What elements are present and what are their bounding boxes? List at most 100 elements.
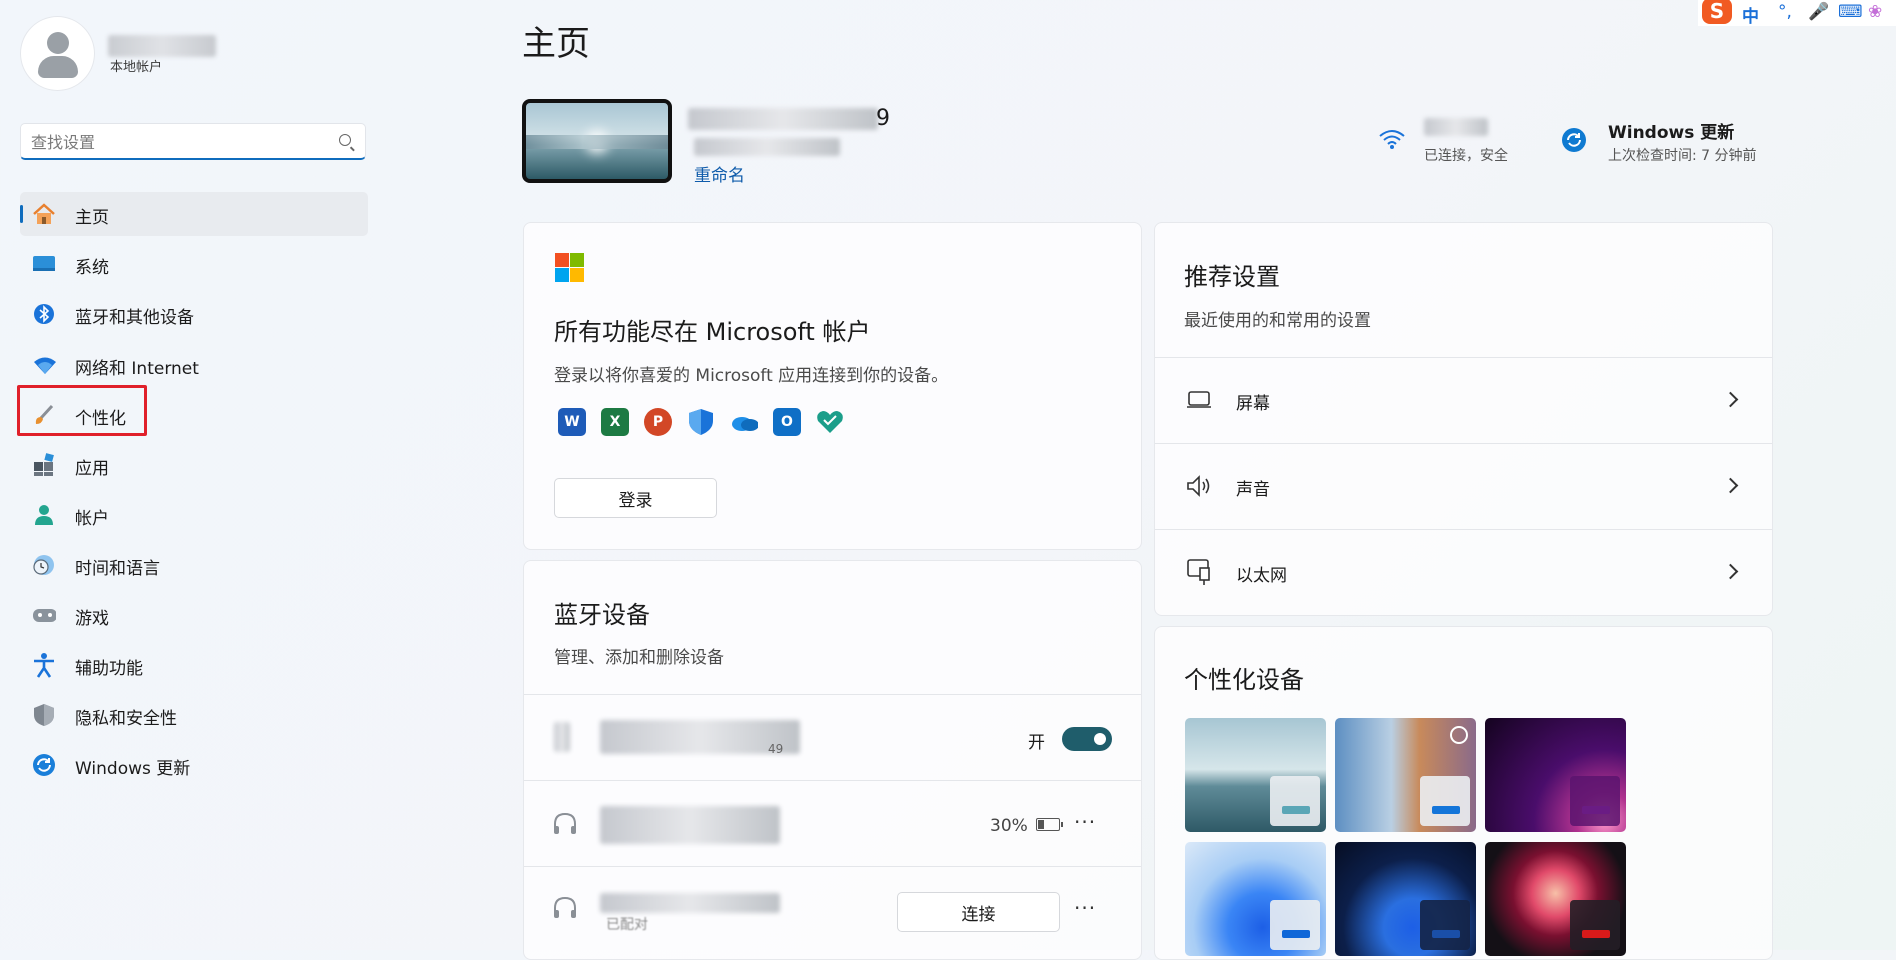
sidebar-item-label: Windows 更新	[75, 759, 191, 779]
search-icon[interactable]	[339, 134, 351, 146]
chevron-right-icon	[1722, 391, 1739, 408]
wifi-icon	[32, 354, 56, 376]
excel-icon: X	[601, 408, 629, 436]
sidebar-item-label: 游戏	[75, 609, 109, 629]
sidebar-item-accessibility[interactable]: 辅助功能	[20, 643, 368, 687]
avatar[interactable]	[20, 16, 95, 91]
word-icon: W	[558, 408, 586, 436]
theme-spotlight-tile[interactable]	[1335, 718, 1476, 832]
theme-bloom-dark-tile[interactable]	[1335, 842, 1476, 956]
sidebar-item-label: 系统	[75, 258, 109, 278]
sidebar-item-privacy[interactable]: 隐私和安全性	[20, 693, 368, 737]
bt-device-id-suffix: 49	[768, 742, 784, 756]
apps-icon	[32, 453, 56, 476]
home-icon	[32, 203, 56, 225]
microphone-icon[interactable]: 🎤	[1808, 2, 1829, 22]
family-icon	[816, 408, 844, 436]
defender-icon	[687, 408, 715, 436]
ime-lang-button[interactable]: 中	[1742, 2, 1759, 27]
ms-apps-row: W X P O	[558, 408, 844, 436]
device-name-suffix: 9	[876, 106, 890, 131]
bt-device-name-redacted	[600, 893, 780, 913]
theme-bloom-light-tile[interactable]	[1185, 842, 1326, 956]
sidebar-item-label: 帐户	[75, 509, 109, 529]
rename-link[interactable]: 重命名	[694, 161, 745, 186]
bt-toggle-label: 开	[1028, 733, 1045, 753]
sidebar-item-accounts[interactable]: 帐户	[20, 493, 368, 537]
divider	[524, 694, 1141, 695]
ms-card-subtitle: 登录以将你喜爱的 Microsoft 应用连接到你的设备。	[554, 366, 949, 386]
theme-accent-swatch	[1282, 806, 1310, 814]
recommended-item-label: 以太网	[1236, 566, 1287, 586]
recommended-item-sound[interactable]: 声音	[1155, 444, 1772, 529]
ime-punct-button[interactable]: °,	[1778, 2, 1792, 22]
recommended-item-ethernet[interactable]: 以太网	[1155, 530, 1772, 615]
device-name-redacted	[688, 108, 878, 130]
sign-in-button[interactable]: 登录	[554, 478, 717, 518]
bluetooth-toggle[interactable]	[1062, 727, 1112, 751]
user-name-redacted	[108, 35, 216, 57]
sidebar-item-home[interactable]: 主页	[20, 192, 368, 236]
accessibility-icon	[32, 653, 56, 678]
more-options-button[interactable]: ···	[1074, 810, 1096, 834]
clock-globe-icon	[32, 554, 56, 576]
device-wallpaper-thumbnail[interactable]	[522, 99, 672, 183]
more-options-button[interactable]: ···	[1074, 896, 1096, 920]
sidebar-item-time-language[interactable]: 时间和语言	[20, 543, 368, 587]
sidebar-item-label: 时间和语言	[75, 559, 160, 579]
recommended-item-display[interactable]: 屏幕	[1155, 358, 1772, 443]
wifi-status-text: 已连接，安全	[1424, 148, 1508, 164]
sidebar-item-gaming[interactable]: 游戏	[20, 593, 368, 637]
sidebar-item-network[interactable]: 网络和 Internet	[20, 343, 368, 387]
sidebar-item-label: 隐私和安全性	[75, 709, 177, 729]
bt-card-subtitle: 管理、添加和删除设备	[554, 648, 724, 668]
windows-update-status-icon	[1562, 128, 1586, 152]
theme-accent-swatch	[1282, 930, 1310, 938]
sogou-logo-icon: S	[1702, 0, 1732, 24]
battery-icon	[1036, 818, 1063, 831]
sidebar-item-apps[interactable]: 应用	[20, 443, 368, 487]
search-input[interactable]	[29, 124, 333, 160]
sidebar-item-label: 网络和 Internet	[75, 359, 199, 379]
theme-lake-tile[interactable]	[1185, 718, 1326, 832]
sidebar-item-windows-update[interactable]: Windows 更新	[20, 743, 368, 787]
recommended-subtitle: 最近使用的和常用的设置	[1184, 311, 1371, 331]
outlook-icon: O	[773, 408, 801, 436]
sidebar-item-label: 蓝牙和其他设备	[75, 308, 194, 328]
active-indicator	[20, 205, 23, 223]
device-model-redacted	[694, 138, 840, 156]
chevron-right-icon	[1722, 477, 1739, 494]
sidebar-item-system[interactable]: 系统	[20, 242, 368, 286]
theme-glow-tile[interactable]	[1485, 718, 1626, 832]
sidebar-item-label: 辅助功能	[75, 659, 143, 679]
wifi-status-icon	[1378, 128, 1406, 154]
account-type: 本地帐户	[110, 60, 163, 75]
ms-card-title: 所有功能尽在 Microsoft 帐户	[554, 318, 871, 346]
windows-update-icon	[32, 754, 56, 776]
headphones-icon	[552, 896, 578, 924]
annotation-highlight-box	[17, 385, 147, 436]
theme-flow-tile[interactable]	[1485, 842, 1626, 956]
search-box[interactable]	[20, 123, 366, 160]
gamepad-icon	[32, 604, 56, 626]
display-icon	[1186, 390, 1212, 414]
bt-device-name-redacted	[600, 806, 780, 844]
sidebar-item-bluetooth[interactable]: 蓝牙和其他设备	[20, 292, 368, 336]
chevron-right-icon	[1722, 563, 1739, 580]
divider	[524, 866, 1141, 867]
powerpoint-icon: P	[644, 408, 672, 436]
skin-icon[interactable]: ❀	[1868, 2, 1882, 22]
theme-accent-swatch	[1582, 806, 1610, 814]
recommended-item-label: 屏幕	[1236, 394, 1270, 414]
speaker-icon	[1185, 474, 1213, 502]
bt-card-title: 蓝牙设备	[554, 601, 650, 629]
shield-icon	[32, 704, 56, 726]
ime-toolbar: S 中 °, 🎤 ⌨ ❀	[1698, 0, 1896, 27]
connect-button[interactable]: 连接	[897, 892, 1060, 932]
divider	[524, 780, 1141, 781]
windows-update-title[interactable]: Windows 更新	[1608, 118, 1734, 143]
keyboard-icon[interactable]: ⌨	[1838, 2, 1863, 22]
ethernet-icon	[1186, 558, 1212, 590]
theme-accent-swatch	[1432, 806, 1460, 814]
windows-update-last-checked: 上次检查时间: 7 分钟前	[1608, 148, 1757, 164]
